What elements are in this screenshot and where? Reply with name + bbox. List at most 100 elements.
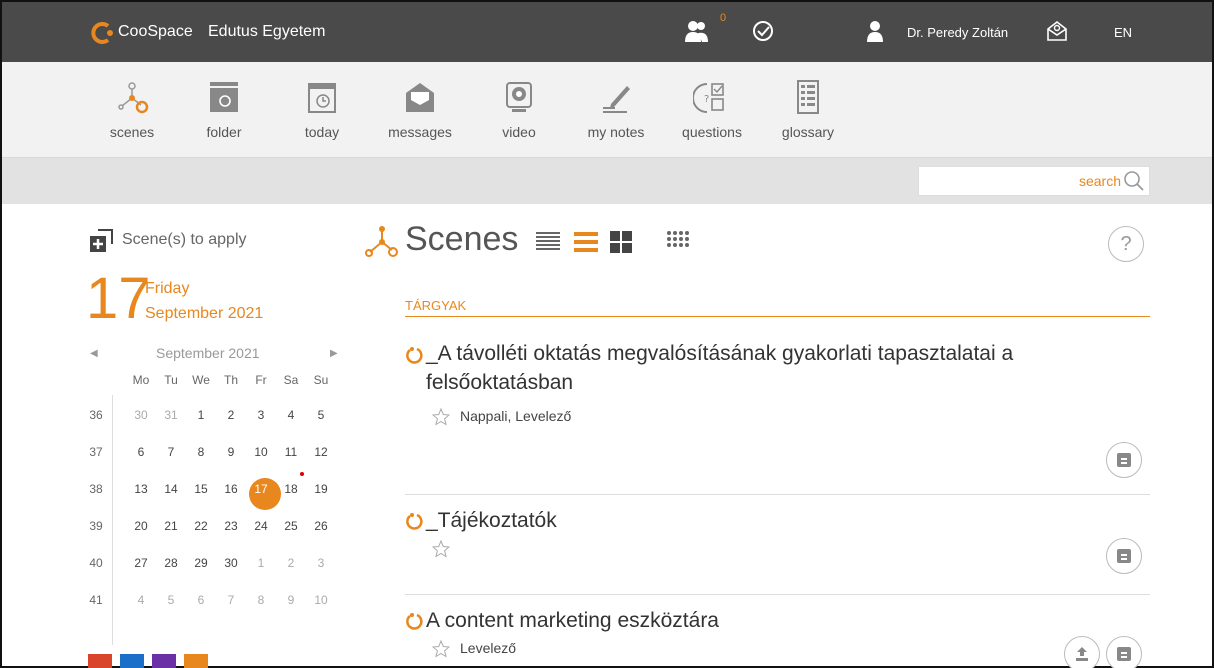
calendar-day[interactable]: 30 [216, 556, 246, 570]
calendar-day[interactable]: 10 [246, 445, 276, 459]
coospace-logo[interactable] [90, 20, 116, 46]
calendar-day[interactable]: 9 [216, 445, 246, 459]
search-icon[interactable] [1123, 170, 1145, 192]
calendar-day[interactable]: 7 [216, 593, 246, 607]
calendar-day[interactable]: 30 [126, 408, 156, 422]
tool-glossary[interactable]: glossary [768, 78, 848, 140]
help-button[interactable]: ? [1108, 226, 1144, 262]
calendar-day[interactable]: 10 [306, 593, 336, 607]
star-icon[interactable] [432, 640, 450, 658]
archive-icon [1117, 549, 1131, 563]
tool-scenes[interactable]: scenes [92, 78, 172, 140]
calendar-weekday-header: Tu [164, 373, 178, 387]
calendar-day[interactable]: 16 [216, 482, 246, 496]
tool-label: messages [388, 124, 452, 140]
email-icon[interactable] [184, 654, 208, 668]
archive-button[interactable] [1106, 636, 1142, 668]
calendar-day[interactable]: 8 [186, 445, 216, 459]
calendar-day[interactable]: 26 [306, 519, 336, 533]
calendar-day[interactable]: 1 [186, 408, 216, 422]
section-divider [405, 316, 1150, 317]
current-month-year: September 2021 [145, 305, 264, 322]
calendar-day[interactable]: 21 [156, 519, 186, 533]
tasks-check-icon[interactable] [748, 16, 778, 46]
calendar-day[interactable]: 22 [186, 519, 216, 533]
calendar-day[interactable]: 9 [276, 593, 306, 607]
calendar-day[interactable]: 5 [306, 408, 336, 422]
tool-label: video [502, 124, 536, 140]
app-name[interactable]: CooSpace [118, 23, 193, 41]
calendar-day[interactable]: 1 [246, 556, 276, 570]
calendar-day[interactable]: 5 [156, 593, 186, 607]
calendar-day[interactable]: 8 [246, 593, 276, 607]
calendar-title: September 2021 [156, 345, 260, 361]
page-title: Scenes [405, 220, 519, 258]
institution-name[interactable]: Edutus Egyetem [208, 23, 325, 41]
calendar-day[interactable]: 24 [246, 519, 276, 533]
yahoo-icon[interactable] [152, 654, 176, 668]
tool-folder[interactable]: folder [184, 78, 264, 140]
user-name[interactable]: Dr. Peredy Zoltán [907, 25, 1008, 40]
add-scene-icon[interactable] [88, 228, 114, 254]
calendar-day[interactable]: 25 [276, 519, 306, 533]
calendar-day[interactable]: 15 [186, 482, 216, 496]
calendar-week-number: 39 [89, 519, 103, 533]
language-switch[interactable]: EN [1114, 25, 1132, 40]
calendar-day[interactable]: 2 [216, 408, 246, 422]
calendar-day[interactable]: 12 [306, 445, 336, 459]
scenes-to-apply-link[interactable]: Scene(s) to apply [122, 231, 247, 249]
star-icon[interactable] [432, 408, 450, 426]
search-input[interactable]: search [918, 166, 1150, 196]
tool-video[interactable]: video [479, 78, 559, 140]
calendar-day[interactable]: 29 [186, 556, 216, 570]
calendar-day[interactable]: 4 [276, 408, 306, 422]
calendar-day[interactable]: 14 [156, 482, 186, 496]
tool-today[interactable]: today [282, 78, 362, 140]
tool-messages[interactable]: messages [380, 78, 460, 140]
scene-item-title[interactable]: _A távolléti oktatás megvalósításának gy… [426, 339, 1106, 397]
star-icon[interactable] [432, 540, 450, 558]
calendar-day[interactable]: 3 [306, 556, 336, 570]
calendar-day[interactable]: 20 [126, 519, 156, 533]
calendar-day[interactable]: 2 [276, 556, 306, 570]
archive-button[interactable] [1106, 538, 1142, 574]
tool-questions[interactable]: ? questions [672, 78, 752, 140]
calendar-next-icon[interactable]: ▶ [330, 348, 338, 359]
archive-button[interactable] [1106, 442, 1142, 478]
calendar-weekday-header: Th [223, 373, 238, 387]
calendar-day[interactable]: 7 [156, 445, 186, 459]
calendar-day[interactable]: 23 [216, 519, 246, 533]
calendar-day[interactable]: 18 [276, 482, 306, 496]
calendar-day[interactable]: 11 [276, 445, 306, 459]
calendar-day[interactable]: 4 [126, 593, 156, 607]
calendar-day[interactable]: 6 [186, 593, 216, 607]
calendar-day[interactable]: 28 [156, 556, 186, 570]
grid-view-icon[interactable] [608, 230, 636, 254]
calendar-day[interactable]: 17 [246, 482, 276, 496]
list-view-icon[interactable] [572, 230, 600, 254]
upload-button[interactable] [1064, 636, 1100, 668]
calendar-day[interactable]: 6 [126, 445, 156, 459]
calendar-day[interactable]: 27 [126, 556, 156, 570]
user-icon[interactable] [860, 16, 890, 46]
calendar-day[interactable]: 13 [126, 482, 156, 496]
tool-label: scenes [109, 124, 155, 140]
calendar-day[interactable]: 31 [156, 408, 186, 422]
calendar-day[interactable]: 19 [306, 482, 336, 496]
glossary-icon [797, 80, 819, 114]
calendar-week-number: 36 [89, 408, 103, 422]
mail-notification-icon[interactable] [1042, 16, 1072, 46]
calendar-day[interactable]: 3 [246, 408, 276, 422]
scene-item-title[interactable]: A content marketing eszköztára [426, 606, 1106, 635]
scenes-title-icon [365, 226, 398, 257]
outlook-icon[interactable] [120, 654, 144, 668]
tile-view-icon[interactable] [664, 230, 692, 254]
calendar-prev-icon[interactable]: ◀ [90, 348, 98, 359]
app-icons-row [88, 654, 208, 668]
tool-my-notes[interactable]: my notes [576, 78, 656, 140]
people-icon[interactable] [682, 16, 712, 46]
google-icon[interactable] [88, 654, 112, 668]
compact-list-view-icon[interactable] [534, 230, 562, 254]
scene-item-title[interactable]: _Tájékoztatók [426, 506, 1106, 535]
search-placeholder: search [1078, 173, 1121, 189]
